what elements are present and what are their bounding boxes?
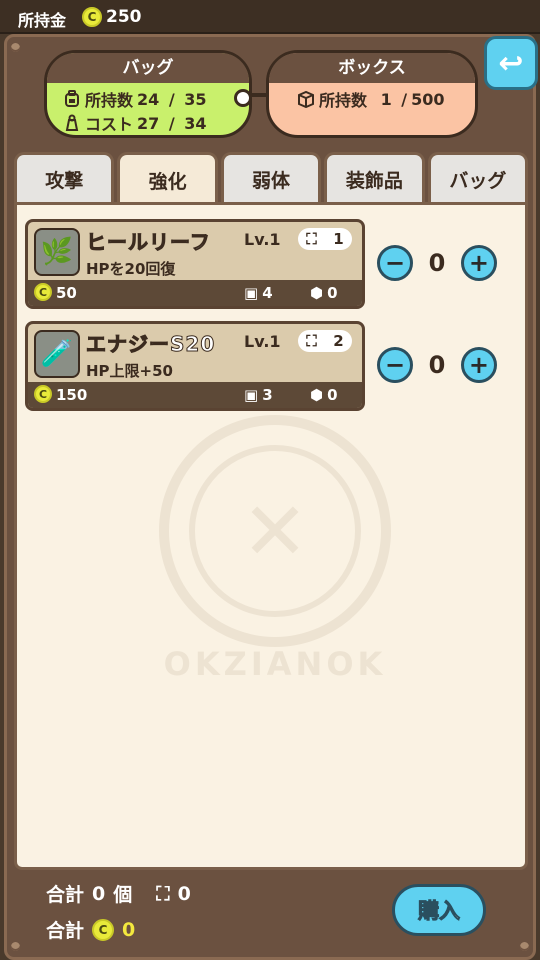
back-button[interactable]: ↩ xyxy=(484,36,538,90)
item-price: 150 xyxy=(56,386,88,404)
backpack-icon: ▣ xyxy=(244,284,259,302)
bag-cost-value: 27 xyxy=(137,113,160,133)
tab-enhance[interactable]: 強化 xyxy=(117,152,218,206)
item-card[interactable]: 🌿 ヒールリーフ Lv.1 ⛶ 1 HPを20回復 C 50 ▣ 4 ⬢ 0 xyxy=(25,219,365,309)
box-held-value: 1 xyxy=(380,89,392,109)
bag-held-max: 35 xyxy=(184,89,207,109)
potion-bottle-icon: 🧪 xyxy=(34,330,80,378)
backpack-icon: ▣ xyxy=(244,386,259,404)
total-price: 0 xyxy=(122,918,136,941)
back-arrow-icon: ↩ xyxy=(498,45,524,81)
total-label: 合計 xyxy=(46,920,85,942)
item-price: 50 xyxy=(56,284,77,302)
item-footer: C 50 ▣ 4 ⬢ 0 xyxy=(28,280,362,306)
purchase-footer: 合計 0 個 ⛶ 0 合計 C 0 購入 xyxy=(14,872,528,952)
count-unit: 個 xyxy=(113,884,133,906)
box-icon: ⬢ xyxy=(310,284,324,302)
item-description: HP上限+50 xyxy=(86,362,173,380)
tab-accessory[interactable]: 装飾品 xyxy=(324,152,425,204)
box-held-row: 所持数 1 / 500 xyxy=(297,87,445,111)
coin-icon: C xyxy=(92,918,115,941)
total-count: 0 xyxy=(92,882,106,905)
bolt-decoration xyxy=(11,43,20,52)
bag-cost-max: 34 xyxy=(184,113,207,133)
item-name: エナジーS20 xyxy=(85,332,216,357)
item-box-value: 0 xyxy=(327,386,338,404)
weight-icon: ⛶ xyxy=(306,230,317,248)
item-description: HPを20回復 xyxy=(86,260,176,278)
coin-icon: C xyxy=(34,385,52,403)
item-stock-value: 3 xyxy=(262,386,273,404)
tab-attack[interactable]: 攻撃 xyxy=(14,152,115,204)
bag-cost-row: コスト 27 / 34 xyxy=(63,111,207,135)
bag-held-label: 所持数 xyxy=(85,91,134,110)
total-price-row: 合計 C 0 xyxy=(46,916,135,943)
decrement-button[interactable]: − xyxy=(377,347,413,383)
total-count-row: 合計 0 個 ⛶ 0 xyxy=(46,880,191,907)
weight-icon xyxy=(63,114,81,132)
item-box-count: ⬢ 0 xyxy=(310,386,338,404)
tab-bag[interactable]: バッグ xyxy=(427,152,529,204)
quantity-value: 0 xyxy=(428,351,446,379)
item-cost: 2 xyxy=(333,332,344,350)
item-box-count: ⬢ 0 xyxy=(310,284,338,302)
quantity-stepper: − 0 + xyxy=(377,243,497,283)
backpack-icon xyxy=(63,90,81,108)
bag-summary: バッグ 所持数 24 / 35 コスト 27 / 34 xyxy=(44,50,252,138)
leaf-icon: 🌿 xyxy=(34,228,80,276)
item-level: Lv.1 xyxy=(244,332,281,351)
box-held-max: 500 xyxy=(411,89,445,109)
emblem-watermark: ✕ xyxy=(159,415,391,647)
item-cost: 1 xyxy=(333,230,344,248)
box-icon: ⬢ xyxy=(310,386,324,404)
item-box-value: 0 xyxy=(327,284,338,302)
item-level: Lv.1 xyxy=(244,230,281,249)
weight-icon: ⛶ xyxy=(156,882,170,905)
money-bar: 所持金 C 250 xyxy=(0,0,540,34)
watermark-text: OKZIANOK xyxy=(163,645,387,683)
item-stock-value: 4 xyxy=(262,284,273,302)
total-label: 合計 xyxy=(46,884,85,906)
item-name: ヒールリーフ xyxy=(86,230,211,255)
box-held-label: 所持数 xyxy=(319,91,368,110)
quantity-value: 0 xyxy=(428,249,446,277)
increment-button[interactable]: + xyxy=(460,347,497,383)
buy-button[interactable]: 購入 xyxy=(392,884,486,936)
item-footer: C 150 ▣ 3 ⬢ 0 xyxy=(28,382,362,408)
money-value: 250 xyxy=(106,7,142,27)
coin-icon: C xyxy=(82,7,102,27)
tab-debuff[interactable]: 弱体 xyxy=(220,152,322,204)
item-cost-badge: ⛶ 1 xyxy=(298,228,352,250)
item-list-panel: ✕ OKZIANOK 🌿 ヒールリーフ Lv.1 ⛶ 1 HPを20回復 C 5… xyxy=(14,202,528,870)
box-summary: ボックス 所持数 1 / 500 xyxy=(266,50,478,138)
item-stock: ▣ 4 xyxy=(244,284,273,302)
item-cost-badge: ⛶ 2 xyxy=(298,330,352,352)
bag-title: バッグ xyxy=(47,53,249,83)
coin-icon: C xyxy=(34,283,52,301)
decrement-button[interactable]: − xyxy=(377,245,413,281)
weight-icon: ⛶ xyxy=(306,332,317,350)
box-icon xyxy=(297,90,315,108)
bag-held-row: 所持数 24 / 35 xyxy=(63,87,207,111)
quantity-stepper: − 0 + xyxy=(377,345,497,385)
bag-held-value: 24 xyxy=(137,89,160,109)
total-cost: 0 xyxy=(177,882,191,905)
item-card[interactable]: 🧪 エナジーS20 Lv.1 ⛶ 2 HP上限+50 C 150 ▣ 3 ⬢ 0 xyxy=(25,321,365,411)
category-tabs: 攻撃 強化 弱体 装飾品 バッグ xyxy=(14,152,529,206)
bag-cost-label: コスト xyxy=(85,115,134,134)
increment-button[interactable]: + xyxy=(460,245,497,281)
item-stock: ▣ 3 xyxy=(244,386,273,404)
money-label: 所持金 xyxy=(18,11,67,30)
box-title: ボックス xyxy=(269,53,475,83)
